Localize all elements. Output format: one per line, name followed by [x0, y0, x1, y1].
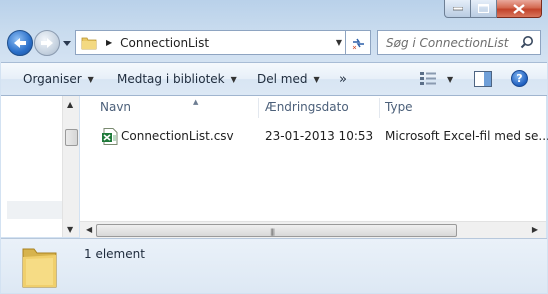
file-row[interactable]: ConnectionList.csv 23-01-2013 10:53 Micr…	[100, 125, 548, 147]
close-button[interactable]	[497, 0, 542, 18]
scroll-left-icon[interactable]: ◀	[86, 225, 92, 234]
search-placeholder[interactable]: Søg i ConnectionList	[386, 36, 508, 50]
view-options-icon[interactable]	[420, 72, 437, 85]
folder-icon	[22, 248, 57, 288]
share-with-menu[interactable]: Del med ▼	[257, 72, 320, 86]
share-with-label: Del med	[257, 72, 308, 86]
include-in-library-menu[interactable]: Medtag i bibliotek ▼	[117, 72, 237, 86]
minimize-button[interactable]	[444, 0, 471, 18]
refresh-icon	[352, 38, 364, 49]
file-list[interactable]: ▲ Navn Ændringsdato Type ConnectionList.…	[80, 96, 548, 237]
navigation-pane-scrollbar[interactable]: ▲ ▼	[62, 96, 79, 237]
minimize-icon	[452, 6, 463, 10]
maximize-button[interactable]	[471, 0, 497, 18]
address-history-dropdown[interactable]: ▼	[336, 38, 342, 47]
column-header-type[interactable]: Type	[385, 100, 413, 114]
scroll-down-icon[interactable]: ▼	[67, 225, 73, 234]
breadcrumb-separator-icon[interactable]: ▶	[106, 38, 112, 47]
chevron-down-icon: ▼	[230, 74, 237, 84]
folder-icon	[81, 37, 97, 49]
chevron-down-icon: ▼	[313, 74, 320, 84]
preview-pane-icon[interactable]	[474, 71, 492, 87]
file-list-horizontal-scrollbar[interactable]: ◀ ||| ▶	[80, 221, 546, 238]
scroll-up-icon[interactable]: ▲	[67, 100, 73, 109]
organize-menu[interactable]: Organiser ▼	[23, 72, 94, 86]
column-header-name-label: Navn	[100, 100, 132, 114]
column-divider[interactable]	[258, 98, 259, 118]
arrow-right-icon	[41, 38, 53, 48]
chevron-down-icon	[63, 40, 71, 46]
explorer-window: ▶ ConnectionList ▼ Søg i ConnectionList …	[0, 0, 548, 294]
arrow-left-icon	[14, 38, 26, 48]
file-type: Microsoft Excel-fil med se...	[385, 129, 548, 143]
scrollbar-thumb[interactable]: |||	[96, 224, 457, 237]
close-icon	[513, 3, 525, 14]
recent-pages-dropdown[interactable]	[62, 38, 72, 48]
breadcrumb-current[interactable]: ConnectionList	[120, 36, 209, 50]
address-bar[interactable]: ▶ ConnectionList ▼	[75, 30, 346, 55]
refresh-button[interactable]	[346, 30, 371, 55]
chevron-down-icon: ▼	[87, 74, 94, 84]
back-button[interactable]	[7, 30, 33, 56]
maximize-icon	[478, 4, 489, 13]
forward-button[interactable]	[34, 30, 60, 56]
scrollbar-thumb[interactable]	[65, 129, 78, 146]
window-controls	[444, 0, 542, 18]
search-box[interactable]: Søg i ConnectionList	[377, 30, 541, 55]
file-name[interactable]: ConnectionList.csv	[121, 129, 234, 143]
sort-ascending-icon: ▲	[193, 98, 199, 106]
help-icon[interactable]: ?	[511, 70, 528, 87]
view-dropdown-chevron-down-icon[interactable]: ▼	[447, 75, 453, 84]
column-header-date[interactable]: Ændringsdato	[265, 100, 349, 114]
organize-label: Organiser	[23, 72, 82, 86]
more-commands-label: »	[339, 72, 347, 87]
column-divider[interactable]	[379, 98, 380, 118]
scroll-right-icon[interactable]: ▶	[532, 225, 538, 234]
column-header-name[interactable]: ▲ Navn	[100, 98, 198, 114]
more-commands-button[interactable]: »	[339, 72, 347, 87]
command-bar: Organiser ▼ Medtag i bibliotek ▼ Del med…	[1, 62, 547, 96]
details-pane: 1 element	[1, 238, 547, 293]
file-date: 23-01-2013 10:53	[265, 129, 374, 143]
navigation-pane-item[interactable]	[7, 201, 63, 219]
navigation-bar: ▶ ConnectionList ▼ Søg i ConnectionList	[0, 26, 548, 60]
item-count: 1 element	[84, 247, 145, 261]
excel-csv-icon	[102, 128, 118, 145]
include-in-library-label: Medtag i bibliotek	[117, 72, 225, 86]
grip-icon: |||	[270, 228, 275, 236]
search-icon[interactable]	[520, 35, 534, 49]
